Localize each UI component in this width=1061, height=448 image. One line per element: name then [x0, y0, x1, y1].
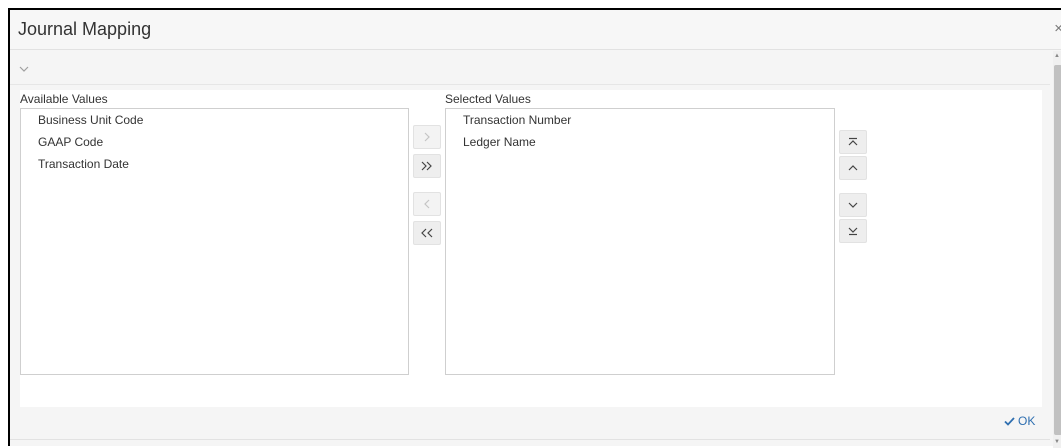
available-values-label: Available Values — [20, 92, 108, 106]
selected-values-label: Selected Values — [445, 92, 531, 106]
selected-values-list[interactable]: Transaction Number Ledger Name — [445, 108, 835, 375]
chevron-left-icon — [424, 199, 430, 209]
journal-mapping-dialog: Journal Mapping × Available Values Busin… — [8, 8, 1061, 448]
move-all-left-button[interactable] — [413, 221, 441, 245]
chevron-down-icon — [848, 202, 858, 208]
list-item[interactable]: Business Unit Code — [21, 109, 408, 131]
move-up-button[interactable] — [839, 156, 867, 180]
list-item[interactable]: Transaction Date — [21, 153, 408, 175]
move-right-button[interactable] — [413, 125, 441, 149]
chevron-up-icon — [848, 165, 858, 171]
scroll-up-arrow-icon[interactable]: ▲ — [1054, 53, 1060, 59]
move-to-bottom-icon — [848, 227, 858, 236]
move-down-button[interactable] — [839, 193, 867, 217]
double-chevron-left-icon — [421, 228, 433, 238]
move-to-top-button[interactable] — [839, 130, 867, 154]
shuttle-content: Available Values Business Unit Code GAAP… — [20, 90, 1042, 407]
list-item[interactable]: GAAP Code — [21, 131, 408, 153]
close-icon[interactable]: × — [1054, 20, 1061, 37]
double-chevron-right-icon — [421, 161, 432, 171]
chevron-down-icon[interactable] — [19, 65, 29, 73]
move-left-button[interactable] — [413, 192, 441, 216]
dialog-scrollbar[interactable]: ▲ ▼ — [1053, 51, 1061, 448]
footer-divider — [10, 439, 1050, 440]
scrollbar-thumb[interactable] — [1054, 65, 1061, 435]
list-item[interactable]: Ledger Name — [446, 131, 834, 153]
collapse-toggle-row[interactable] — [10, 51, 1050, 85]
move-to-bottom-button[interactable] — [839, 219, 867, 243]
chevron-right-icon — [424, 132, 430, 142]
ok-button[interactable]: OK — [1004, 414, 1035, 428]
scroll-down-arrow-icon[interactable]: ▼ — [1054, 439, 1060, 445]
available-values-list[interactable]: Business Unit Code GAAP Code Transaction… — [20, 108, 409, 375]
move-all-right-button[interactable] — [413, 154, 441, 178]
dialog-header: Journal Mapping × — [10, 10, 1061, 50]
move-to-top-icon — [848, 137, 858, 146]
ok-label: OK — [1018, 414, 1036, 428]
checkmark-icon — [1004, 416, 1015, 426]
list-item[interactable]: Transaction Number — [446, 109, 834, 131]
dialog-title: Journal Mapping — [18, 19, 152, 39]
